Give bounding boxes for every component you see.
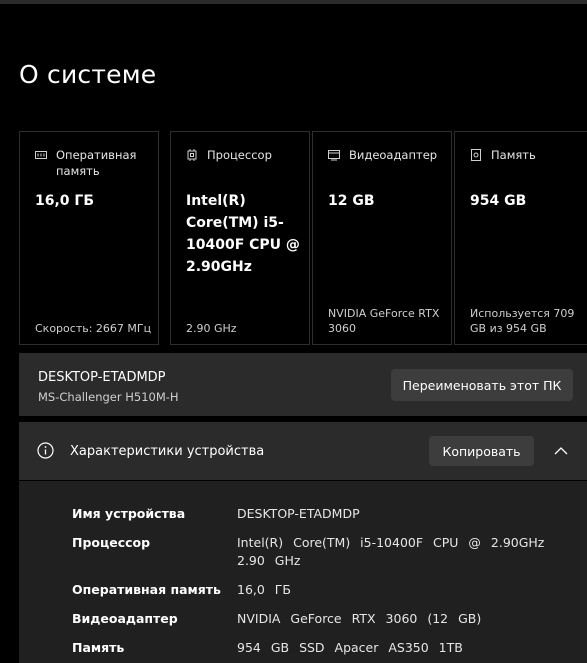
spec-value[interactable]: DESKTOP-ETADMDP <box>237 505 547 523</box>
device-specs-header[interactable]: Характеристики устройства Копировать <box>19 422 587 480</box>
copy-button[interactable]: Копировать <box>429 436 534 466</box>
gpu-icon <box>328 150 340 161</box>
info-icon <box>37 442 54 459</box>
gpu-card: Видеоадаптер 12 GB NVIDIA GeForce RTX 30… <box>312 131 452 345</box>
rename-pc-button[interactable]: Переименовать этот ПК <box>391 369 573 401</box>
cpu-card-label: Процессор <box>207 148 272 162</box>
page-title: О системе <box>19 60 157 89</box>
storage-card-value: 954 GB <box>470 193 527 209</box>
storage-card-footer: Используется 709 GB из 954 GB <box>470 307 575 335</box>
ram-card-footer: Скорость: 2667 МГц <box>35 322 152 335</box>
gpu-card-footer: NVIDIA GeForce RTX 3060 <box>328 307 440 335</box>
device-name: DESKTOP-ETADMDP <box>38 370 166 385</box>
spec-value[interactable]: Intel(R) Core(TM) i5-10400F CPU @ 2.90GH… <box>237 534 547 570</box>
memory-icon <box>35 151 47 159</box>
ram-card-label: Оперативная память <box>56 148 137 178</box>
ram-card-header: Оперативная память <box>35 147 150 179</box>
cpu-card-header: Процессор <box>186 147 301 163</box>
spec-value[interactable]: 954 GB SSD Apacer AS350 1TB <box>237 639 547 657</box>
cpu-card-value: Intel(R) Core(TM) i5-10400F CPU @ 2.90GH… <box>186 193 300 275</box>
window-top-edge <box>0 0 587 4</box>
storage-card-label: Память <box>491 148 536 162</box>
storage-icon <box>471 149 481 161</box>
spec-key: Память <box>72 640 125 655</box>
spec-value[interactable]: NVIDIA GeForce RTX 3060 (12 GB) <box>237 610 547 628</box>
device-specs-body: Имя устройства DESKTOP-ETADMDP Процессор… <box>19 481 587 663</box>
storage-card: Память 954 GB Используется 709 GB из 954… <box>454 131 587 345</box>
gpu-card-header: Видеоадаптер <box>328 147 443 163</box>
ram-card-value: 16,0 ГБ <box>35 193 95 209</box>
ram-card: Оперативная память 16,0 ГБ Скорость: 266… <box>19 131 159 345</box>
gpu-card-value: 12 GB <box>328 193 375 209</box>
gpu-card-label: Видеоадаптер <box>349 148 438 162</box>
spec-value[interactable]: 16,0 ГБ <box>237 581 547 599</box>
spec-key: Процессор <box>72 535 151 550</box>
device-model: MS-Challenger H510M-H <box>38 390 179 404</box>
cpu-icon <box>187 149 197 161</box>
cpu-card: Процессор Intel(R) Core(TM) i5-10400F CP… <box>170 131 310 345</box>
spec-key: Видеоадаптер <box>72 611 178 626</box>
spec-key: Имя устройства <box>72 506 186 521</box>
cpu-card-footer: 2.90 GHz <box>186 322 237 335</box>
storage-card-header: Память <box>470 147 585 163</box>
chevron-up-icon[interactable] <box>553 443 569 459</box>
device-specs-title: Характеристики устройства <box>70 444 265 459</box>
spec-key: Оперативная память <box>72 582 221 597</box>
device-name-panel: DESKTOP-ETADMDP MS-Challenger H510M-H Пе… <box>19 353 587 416</box>
